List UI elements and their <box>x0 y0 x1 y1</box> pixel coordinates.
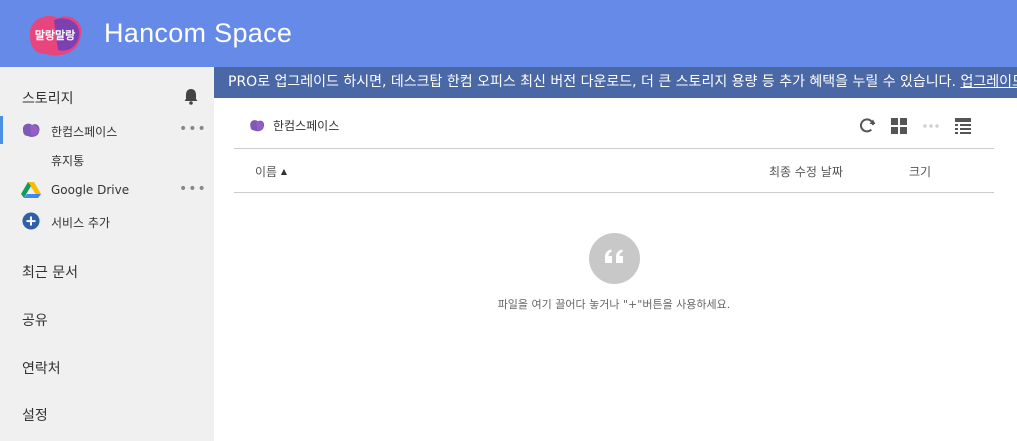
nav-recent-documents[interactable]: 최근 문서 <box>22 262 78 282</box>
sidebar: 스토리지 한컴스페이스 ••• 휴지통 Google Drive ••• 서비스… <box>0 67 214 441</box>
column-header-label: 이름 <box>255 165 278 179</box>
divider <box>234 148 994 149</box>
more-options-icon[interactable] <box>921 116 941 136</box>
sidebar-item-trash[interactable]: 휴지통 <box>51 152 84 169</box>
refresh-icon[interactable] <box>857 116 877 136</box>
column-header-modified[interactable]: 최종 수정 날짜 <box>769 163 843 180</box>
divider <box>234 192 994 193</box>
nav-shared[interactable]: 공유 <box>22 310 48 330</box>
hancom-space-icon <box>22 123 40 137</box>
sidebar-item-label: 서비스 추가 <box>51 216 111 230</box>
nav-settings[interactable]: 설정 <box>22 405 48 425</box>
hancom-space-icon <box>250 120 265 132</box>
app-header: 말랑말랑 Hancom Space <box>0 0 1017 67</box>
grid-view-icon[interactable] <box>889 116 909 136</box>
list-view-icon[interactable] <box>953 116 973 136</box>
breadcrumb[interactable]: 한컴스페이스 <box>273 117 339 134</box>
sidebar-item-label: Google Drive <box>51 183 130 197</box>
sort-ascending-icon: ▲ <box>280 167 288 176</box>
bell-icon[interactable] <box>182 87 200 105</box>
sidebar-item-label: 한컴스페이스 <box>51 125 118 139</box>
malang-logo[interactable]: 말랑말랑 <box>24 10 86 58</box>
sidebar-item-google-drive[interactable]: Google Drive ••• <box>0 179 214 203</box>
svg-text:말랑말랑: 말랑말랑 <box>35 29 75 42</box>
upgrade-banner: PRO로 업그레이드 하시면, 데스크탑 한컴 오피스 최신 버전 다운로드, … <box>214 67 1017 98</box>
upgrade-banner-text: PRO로 업그레이드 하시면, 데스크탑 한컴 오피스 최신 버전 다운로드, … <box>228 74 961 90</box>
column-header-size[interactable]: 크기 <box>909 163 931 180</box>
quote-icon <box>589 233 640 284</box>
app-title: Hancom Space <box>104 18 293 48</box>
storage-heading: 스토리지 <box>22 91 74 107</box>
plus-circle-icon <box>22 212 40 230</box>
upgrade-link[interactable]: 업그레이드 <box>960 74 1017 90</box>
empty-state-message: 파일을 여기 끌어다 놓거나 "+"버튼을 사용하세요. <box>497 298 731 311</box>
sidebar-item-add-service[interactable]: 서비스 추가 <box>0 210 214 234</box>
nav-contacts[interactable]: 연락처 <box>22 358 61 378</box>
column-header-name[interactable]: 이름 ▲ <box>255 163 287 180</box>
sidebar-item-hancom-space[interactable]: 한컴스페이스 ••• <box>0 119 214 143</box>
google-drive-icon <box>21 182 41 198</box>
more-options-icon[interactable]: ••• <box>179 181 207 197</box>
more-options-icon[interactable]: ••• <box>179 121 207 137</box>
